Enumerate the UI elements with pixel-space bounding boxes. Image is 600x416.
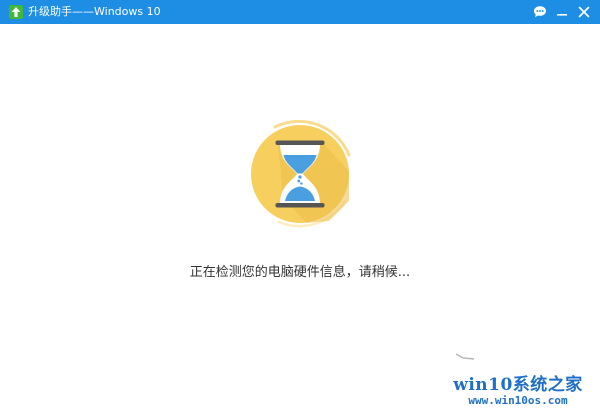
mouse-pointer-icon — [455, 353, 475, 360]
watermark-brand: win10系统之家 — [453, 375, 583, 395]
loading-indicator — [239, 113, 361, 235]
minimize-icon — [557, 14, 567, 16]
minimize-button[interactable] — [553, 3, 571, 21]
window-title: 升级助手——Windows 10 — [28, 5, 161, 18]
close-button[interactable] — [575, 3, 593, 21]
title-bar[interactable]: 升级助手——Windows 10 — [0, 0, 600, 24]
chat-bubble-icon — [534, 6, 546, 18]
hourglass-icon — [251, 119, 351, 228]
upgrade-assistant-window: 升级助手——Windows 10 正在检测您的电脑硬件信息，请稍候... win… — [0, 0, 600, 416]
watermark: win10系统之家 www.win10os.com — [440, 366, 596, 412]
upgrade-arrow-icon — [9, 5, 23, 19]
status-message: 正在检测您的电脑硬件信息，请稍候... — [189, 265, 411, 280]
watermark-url: www.win10os.com — [468, 394, 568, 407]
close-icon — [578, 6, 590, 18]
feedback-button[interactable] — [531, 3, 549, 21]
